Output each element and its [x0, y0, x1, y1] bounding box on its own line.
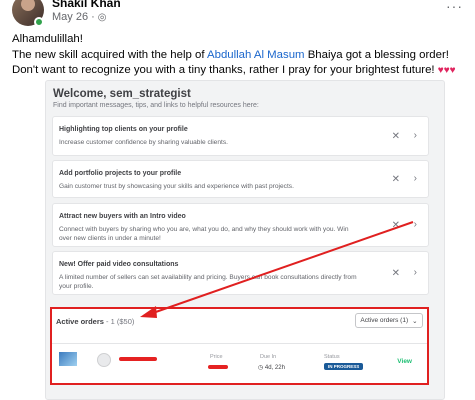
status-badge: IN PROGRESS — [324, 363, 364, 370]
post-header: Shakil Khan May 26 · ◎ ··· — [0, 0, 475, 34]
clock-icon: ◷ — [258, 365, 265, 371]
post-line-3-text: Don't want to recognize you with a tiny … — [12, 64, 438, 76]
tip-title: Add portfolio projects to your profile — [59, 170, 182, 177]
view-order-link[interactable]: View — [397, 358, 412, 365]
active-orders-label: Active orders — [56, 317, 104, 326]
active-orders-header: Active orders - 1 ($50) Active orders (1… — [52, 309, 427, 339]
tip-card-top-clients[interactable]: Highlighting top clients on your profile… — [52, 116, 429, 156]
mention-link[interactable]: Abdullah Al Masum — [207, 49, 305, 61]
post-meta: May 26 · ◎ — [52, 11, 106, 23]
due-label: Due In — [260, 354, 277, 360]
active-orders-dropdown[interactable]: Active orders (1) ⌄ — [355, 313, 423, 328]
redacted-buyer-name — [119, 357, 157, 361]
gig-thumbnail[interactable] — [59, 352, 77, 366]
chevron-right-icon[interactable]: › — [414, 173, 417, 184]
tip-description: Gain customer trust by showcasing your s… — [59, 183, 294, 190]
tip-description: A limited number of sellers can set avai… — [59, 274, 357, 291]
chevron-right-icon[interactable]: › — [414, 267, 417, 278]
post-line-3: Don't want to recognize you with a tiny … — [12, 63, 472, 79]
post-line-2: The new skill acquired with the help of … — [12, 48, 472, 64]
globe-icon: ◎ — [97, 11, 107, 23]
author-name[interactable]: Shakil Khan — [52, 0, 121, 10]
close-icon[interactable]: ✕ — [392, 268, 400, 279]
welcome-title: Welcome, sem_strategist — [53, 88, 191, 100]
tip-description: Connect with buyers by sharing who you a… — [59, 226, 349, 243]
tip-title: New! Offer paid video consultations — [59, 261, 179, 268]
chevron-down-icon: ⌄ — [412, 317, 418, 325]
redacted-price — [208, 365, 228, 369]
post-line-2-end: Bhaiya got a blessing order! — [304, 48, 449, 61]
close-icon[interactable]: ✕ — [392, 131, 400, 142]
tip-card-intro-video[interactable]: Attract new buyers with an Intro video C… — [52, 203, 429, 247]
status-label: Status — [324, 354, 340, 360]
active-orders-count: - 1 ($50) — [103, 317, 135, 326]
meta-separator: · — [91, 11, 95, 23]
tip-description: Increase customer confidence by sharing … — [59, 139, 228, 146]
online-status-dot — [34, 17, 44, 27]
close-icon[interactable]: ✕ — [392, 220, 400, 231]
tip-card-video-consultations[interactable]: New! Offer paid video consultations A li… — [52, 251, 429, 295]
tip-title: Attract new buyers with an Intro video — [59, 213, 186, 220]
more-options-button[interactable]: ··· — [446, 0, 463, 14]
due-value-text: 4d, 22h — [264, 365, 285, 371]
active-orders-title: Active orders - 1 ($50) — [56, 317, 134, 326]
post-line-2-start: The new skill acquired with the help of — [12, 48, 208, 61]
tip-card-portfolio[interactable]: Add portfolio projects to your profile G… — [52, 160, 429, 198]
dropdown-value: Active orders (1) — [360, 317, 409, 324]
buyer-avatar[interactable] — [97, 353, 111, 367]
post-line-1: Alhamdulillah! — [12, 33, 83, 45]
post-text: Alhamdulillah! The new skill acquired wi… — [12, 32, 472, 79]
tip-title: Highlighting top clients on your profile — [59, 126, 188, 133]
heart-icons: ♥♥♥ — [437, 65, 456, 76]
close-icon[interactable]: ✕ — [392, 174, 400, 185]
order-row[interactable]: Price Due In ◷ 4d, 22h Status IN PROGRES… — [52, 343, 427, 383]
post-date[interactable]: May 26 — [52, 11, 88, 23]
chevron-right-icon[interactable]: › — [414, 130, 417, 141]
chevron-right-icon[interactable]: › — [414, 219, 417, 230]
active-orders-panel: Active orders - 1 ($50) Active orders (1… — [50, 307, 429, 385]
welcome-subtitle: Find important messages, tips, and links… — [53, 102, 259, 109]
price-label: Price — [210, 354, 223, 360]
due-value: ◷ 4d, 22h — [258, 364, 285, 371]
